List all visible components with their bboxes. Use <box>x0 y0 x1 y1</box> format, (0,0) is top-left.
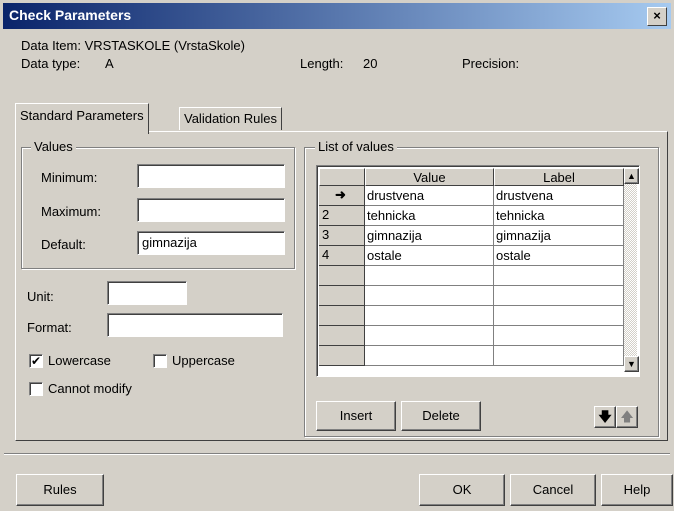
triangle-up-icon: ▲ <box>627 171 636 181</box>
default-label: Default: <box>41 237 86 252</box>
cannot-modify-label: Cannot modify <box>48 381 132 396</box>
scroll-up-button[interactable]: ▲ <box>624 168 639 184</box>
delete-button[interactable]: Delete <box>401 401 481 431</box>
grid-cell-value[interactable]: gimnazija <box>365 226 494 246</box>
move-up-button[interactable]: 🡅 <box>616 406 638 428</box>
grid-cell-label[interactable] <box>494 286 624 306</box>
grid-cell-label[interactable]: gimnazija <box>494 226 624 246</box>
grid-cell-label[interactable]: tehnicka <box>494 206 624 226</box>
grid-cell-label[interactable] <box>494 346 624 366</box>
grid-cell-label[interactable] <box>494 266 624 286</box>
grid-cell-value[interactable] <box>365 266 494 286</box>
data-type-label: Data type: <box>21 56 81 71</box>
list-of-values-title: List of values <box>315 139 397 154</box>
row-header[interactable] <box>319 286 365 306</box>
lowercase-checkbox[interactable]: ✔ <box>29 354 43 368</box>
unit-label: Unit: <box>27 289 54 304</box>
row-header[interactable]: 4 <box>319 246 365 266</box>
cancel-button-label: Cancel <box>532 482 574 497</box>
grid-cell-value[interactable]: tehnicka <box>365 206 494 226</box>
row-header[interactable]: ➜ <box>319 186 365 206</box>
uppercase-checkbox[interactable] <box>153 354 167 368</box>
triangle-down-icon: ▼ <box>627 359 636 369</box>
column-header-value[interactable]: Value <box>365 168 494 186</box>
format-label: Format: <box>27 320 72 335</box>
length-label: Length: <box>300 56 344 71</box>
default-input-value: gimnazija <box>142 235 197 250</box>
rules-button-label: Rules <box>43 482 77 497</box>
vertical-scrollbar[interactable] <box>624 168 637 372</box>
length-value: 20 <box>363 56 378 71</box>
row-number: 3 <box>322 227 330 242</box>
default-input[interactable]: gimnazija <box>137 231 285 255</box>
minimum-label: Minimum: <box>41 170 98 185</box>
grid-cell-label[interactable]: ostale <box>494 246 624 266</box>
values-grid: Value Label ➜ drustvena drustvena 2 tehnicka… <box>316 165 640 377</box>
delete-button-label: Delete <box>422 408 460 423</box>
separator <box>4 453 670 455</box>
arrow-down-icon: 🡇 <box>598 409 612 424</box>
insert-button[interactable]: Insert <box>316 401 396 431</box>
check-icon: ✔ <box>30 354 42 368</box>
row-header[interactable] <box>319 306 365 326</box>
data-item-text: Data Item: VRSTASKOLE (VrstaSkole) <box>21 38 245 53</box>
precision-label: Precision: <box>462 56 520 71</box>
grid-cell-value[interactable]: drustvena <box>365 186 494 206</box>
ok-button[interactable]: OK <box>419 474 505 506</box>
grid-cell-value[interactable] <box>365 326 494 346</box>
grid-cell-value[interactable] <box>365 306 494 326</box>
ok-button-label: OK <box>452 482 472 497</box>
uppercase-label: Uppercase <box>172 353 235 368</box>
move-down-button[interactable]: 🡇 <box>594 406 616 428</box>
grid-corner-header <box>319 168 365 186</box>
row-header[interactable]: 2 <box>319 206 365 226</box>
row-header[interactable] <box>319 266 365 286</box>
minimum-input[interactable] <box>137 164 285 188</box>
tab-standard-parameters[interactable]: Standard Parameters <box>15 103 149 134</box>
format-input[interactable] <box>107 313 283 337</box>
grid-cell-value[interactable]: ostale <box>365 246 494 266</box>
row-header[interactable] <box>319 326 365 346</box>
arrow-up-icon: 🡅 <box>620 409 634 424</box>
maximum-input[interactable] <box>137 198 285 222</box>
lowercase-label: Lowercase <box>48 353 111 368</box>
grid-cell-value[interactable] <box>365 286 494 306</box>
row-header[interactable]: 3 <box>319 226 365 246</box>
cancel-button[interactable]: Cancel <box>510 474 596 506</box>
current-row-arrow-icon: ➜ <box>335 187 346 202</box>
grid-cell-label[interactable]: drustvena <box>494 186 624 206</box>
check-parameters-dialog: Check Parameters × Data Item: VRSTASKOLE… <box>0 0 674 511</box>
title-bar: Check Parameters × <box>3 3 671 29</box>
row-header[interactable] <box>319 346 365 366</box>
maximum-label: Maximum: <box>41 204 101 219</box>
data-type-value: A <box>105 56 114 71</box>
row-number: 2 <box>322 207 330 222</box>
grid-cell-value[interactable] <box>365 346 494 366</box>
help-button-label: Help <box>623 482 651 497</box>
grid-cell-label[interactable] <box>494 326 624 346</box>
rules-button[interactable]: Rules <box>16 474 104 506</box>
cannot-modify-checkbox[interactable] <box>29 382 43 396</box>
column-header-label[interactable]: Label <box>494 168 624 186</box>
scroll-down-button[interactable]: ▼ <box>624 356 639 372</box>
values-group-title: Values <box>31 139 76 154</box>
window-title: Check Parameters <box>9 7 132 23</box>
row-number: 4 <box>322 247 330 262</box>
help-button[interactable]: Help <box>601 474 673 506</box>
close-icon: × <box>653 8 661 23</box>
close-button[interactable]: × <box>647 7 667 26</box>
grid-cell-label[interactable] <box>494 306 624 326</box>
insert-button-label: Insert <box>339 408 373 423</box>
tab-validation-rules[interactable]: Validation Rules <box>179 107 282 130</box>
unit-input[interactable] <box>107 281 187 305</box>
